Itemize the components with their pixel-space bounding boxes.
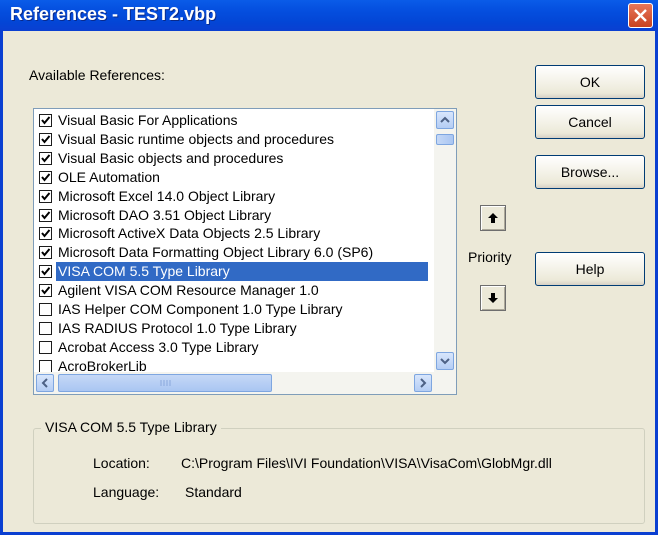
location-label: Location:	[93, 455, 150, 471]
checkmark-icon	[41, 286, 51, 295]
references-dialog: References - TEST2.vbp Available Referen…	[0, 0, 658, 535]
reference-checkbox[interactable]	[39, 114, 52, 127]
checkmark-icon	[41, 267, 51, 276]
arrow-up-icon	[488, 213, 498, 223]
scroll-left-button[interactable]	[36, 374, 54, 392]
close-button[interactable]	[628, 3, 653, 28]
checkmark-icon	[41, 173, 51, 182]
scroll-up-icon	[440, 116, 450, 123]
vertical-scroll-thumb[interactable]	[436, 134, 454, 145]
horizontal-scrollbar[interactable]	[34, 372, 456, 394]
priority-down-button[interactable]	[480, 285, 506, 311]
reference-label: VISA COM 5.5 Type Library	[56, 262, 428, 282]
priority-up-button[interactable]	[480, 205, 506, 231]
reference-label: Microsoft DAO 3.51 Object Library	[58, 206, 272, 223]
reference-checkbox[interactable]	[39, 208, 52, 222]
reference-item[interactable]: Microsoft Excel 14.0 Object Library	[34, 187, 427, 206]
window-title: References - TEST2.vbp	[10, 4, 217, 24]
close-icon	[634, 9, 647, 22]
scroll-right-button[interactable]	[414, 374, 432, 392]
checkmark-icon	[41, 210, 51, 220]
horizontal-scroll-thumb[interactable]	[58, 374, 272, 392]
reference-checkbox[interactable]	[39, 359, 52, 373]
reference-item[interactable]: Microsoft Data Formatting Object Library…	[34, 243, 427, 262]
details-groupbox	[33, 428, 645, 524]
help-button[interactable]: Help	[535, 252, 645, 286]
reference-label: Microsoft ActiveX Data Objects 2.5 Libra…	[58, 225, 321, 242]
ok-button[interactable]: OK	[535, 65, 645, 99]
reference-item[interactable]: Visual Basic objects and procedures	[34, 149, 427, 168]
cancel-button[interactable]: Cancel	[535, 105, 645, 139]
language-label: Language:	[93, 484, 160, 500]
reference-label: Visual Basic runtime objects and procedu…	[58, 130, 335, 147]
reference-label: IAS Helper COM Component 1.0 Type Librar…	[58, 301, 343, 317]
reference-checkbox[interactable]	[39, 151, 52, 165]
reference-item[interactable]: VISA COM 5.5 Type Library	[34, 262, 428, 282]
reference-item[interactable]: Microsoft ActiveX Data Objects 2.5 Libra…	[34, 224, 427, 243]
reference-item[interactable]: Visual Basic runtime objects and procedu…	[34, 130, 427, 149]
checkmark-icon	[41, 248, 51, 257]
reference-item[interactable]: Acrobat Access 3.0 Type Library	[34, 338, 427, 357]
reference-checkbox[interactable]	[39, 189, 52, 203]
reference-label: Visual Basic For Applications	[58, 112, 238, 128]
reference-label: Agilent VISA COM Resource Manager 1.0	[58, 282, 319, 299]
reference-item[interactable]: IAS RADIUS Protocol 1.0 Type Library	[34, 319, 427, 338]
details-group-title: VISA COM 5.5 Type Library	[41, 419, 221, 435]
cancel-button-label: Cancel	[568, 114, 612, 130]
reference-checkbox[interactable]	[39, 321, 52, 335]
reference-checkbox[interactable]	[39, 132, 52, 146]
reference-checkbox[interactable]	[39, 265, 52, 279]
browse-button[interactable]: Browse...	[535, 155, 645, 189]
reference-label: OLE Automation	[58, 168, 160, 185]
browse-button-label: Browse...	[560, 164, 620, 180]
language-value: Standard	[185, 484, 242, 500]
reference-checkbox[interactable]	[39, 284, 52, 298]
reference-checkbox[interactable]	[39, 303, 52, 316]
grip-icon	[160, 380, 171, 386]
reference-label: Microsoft Excel 14.0 Object Library	[58, 187, 276, 204]
reference-checkbox[interactable]	[39, 227, 52, 241]
available-references-label: Available References:	[29, 67, 165, 83]
scroll-left-icon	[41, 378, 48, 388]
scroll-down-icon	[440, 358, 450, 365]
checkmark-icon	[41, 116, 51, 125]
reference-item[interactable]: Microsoft DAO 3.51 Object Library	[34, 206, 427, 225]
checkmark-icon	[41, 229, 51, 238]
reference-label: IAS RADIUS Protocol 1.0 Type Library	[58, 319, 297, 336]
reference-checkbox[interactable]	[39, 246, 52, 260]
checkmark-icon	[41, 154, 51, 163]
references-list[interactable]: Visual Basic For Applications Visual Basi…	[33, 108, 457, 395]
checkmark-icon	[41, 135, 51, 144]
scroll-up-button[interactable]	[436, 111, 454, 129]
reference-label: Acrobat Access 3.0 Type Library	[58, 338, 259, 355]
priority-label: Priority	[468, 249, 512, 265]
checkmark-icon	[41, 191, 51, 201]
vertical-scrollbar[interactable]	[434, 109, 456, 372]
reference-item[interactable]: OLE Automation	[34, 168, 427, 187]
arrow-down-icon	[488, 293, 498, 303]
reference-item[interactable]: Visual Basic For Applications	[34, 111, 427, 130]
title-bar[interactable]: References - TEST2.vbp	[0, 0, 658, 31]
reference-item[interactable]: Agilent VISA COM Resource Manager 1.0	[34, 281, 427, 300]
reference-item[interactable]: IAS Helper COM Component 1.0 Type Librar…	[34, 300, 427, 319]
reference-checkbox[interactable]	[39, 170, 52, 184]
scroll-right-icon	[420, 378, 427, 388]
reference-label: Visual Basic objects and procedures	[58, 149, 284, 166]
reference-checkbox[interactable]	[39, 340, 52, 354]
reference-label: Microsoft Data Formatting Object Library…	[58, 244, 374, 261]
help-button-label: Help	[575, 261, 605, 277]
scroll-down-button[interactable]	[436, 352, 454, 370]
location-value: C:\Program Files\IVI Foundation\VISA\Vis…	[181, 455, 552, 471]
ok-button-label: OK	[579, 74, 601, 90]
